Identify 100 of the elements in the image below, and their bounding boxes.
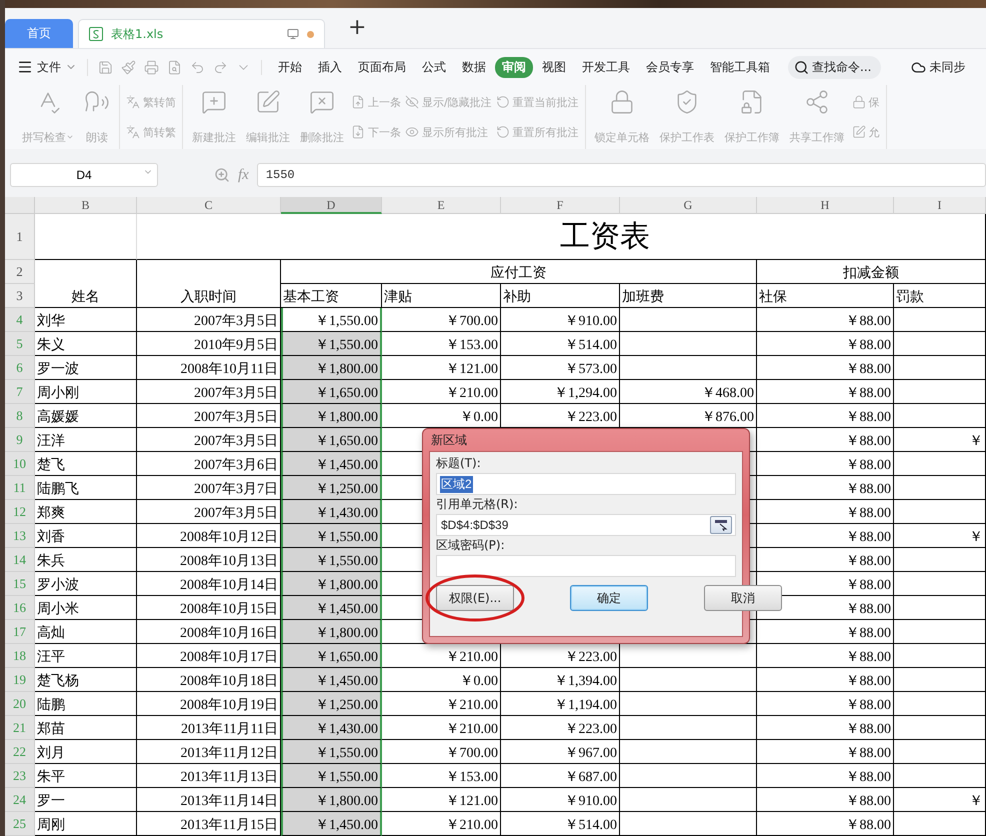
row-header[interactable]: 14 bbox=[5, 548, 35, 572]
row-header[interactable]: 7 bbox=[5, 380, 35, 404]
ribbon-tab[interactable]: 开发工具 bbox=[575, 56, 637, 78]
search-icon bbox=[794, 60, 809, 74]
column-header[interactable]: G bbox=[620, 197, 757, 214]
ribbon-tab[interactable]: 视图 bbox=[535, 56, 573, 78]
table-cell: ￥88.00 bbox=[757, 500, 894, 524]
row-header[interactable]: 2 bbox=[5, 260, 35, 284]
row-header[interactable]: 17 bbox=[5, 620, 35, 644]
up-icon bbox=[351, 95, 365, 109]
table-cell: 刘月 bbox=[35, 740, 137, 764]
table-cell: 周小刚 bbox=[35, 380, 137, 404]
table-cell: ￥1,550.00 bbox=[281, 548, 382, 572]
table-cell: ￥210.00 bbox=[382, 716, 501, 740]
range-picker-button[interactable] bbox=[710, 516, 732, 534]
input-field[interactable]: $D$4:$D$39 bbox=[436, 514, 736, 536]
row-header[interactable]: 10 bbox=[5, 452, 35, 476]
ribbon-tab[interactable]: 数据 bbox=[455, 56, 493, 78]
column-header[interactable]: F bbox=[501, 197, 620, 214]
row-header[interactable]: 1 bbox=[5, 214, 35, 260]
input-field[interactable] bbox=[436, 555, 736, 577]
row-header[interactable]: 9 bbox=[5, 428, 35, 452]
row-header[interactable]: 5 bbox=[5, 332, 35, 356]
ribbon-tab[interactable]: 开始 bbox=[271, 56, 309, 78]
redo-icon[interactable] bbox=[213, 60, 228, 74]
undo-icon[interactable] bbox=[190, 60, 205, 74]
file-menu[interactable]: 文件 bbox=[17, 58, 88, 76]
table-cell: ￥0.00 bbox=[382, 668, 501, 692]
ribbon-tab[interactable]: 会员专享 bbox=[639, 56, 701, 78]
ribbon-tab[interactable]: 页面布局 bbox=[351, 56, 413, 78]
column-header[interactable]: E bbox=[382, 197, 501, 214]
ribbon-tab[interactable]: 审阅 bbox=[495, 56, 533, 78]
menu-icon bbox=[17, 59, 33, 75]
document-tab[interactable]: 表格1.xls bbox=[78, 19, 325, 48]
row-header[interactable]: 6 bbox=[5, 356, 35, 380]
table-header: 加班费 bbox=[620, 284, 757, 308]
ribbon-tab[interactable]: 插入 bbox=[311, 56, 349, 78]
table-cell: 刘香 bbox=[35, 524, 137, 548]
name-box[interactable]: D4 bbox=[10, 163, 158, 187]
ribbon-tab[interactable]: 智能工具箱 bbox=[703, 56, 777, 78]
column-header[interactable]: I bbox=[894, 197, 986, 214]
row-header[interactable]: 12 bbox=[5, 500, 35, 524]
row-header[interactable]: 16 bbox=[5, 596, 35, 620]
row-header[interactable]: 21 bbox=[5, 716, 35, 740]
row-header[interactable]: 22 bbox=[5, 740, 35, 764]
save-icon[interactable] bbox=[98, 60, 113, 74]
monitor-icon bbox=[287, 28, 299, 40]
new-tab-button[interactable]: + bbox=[348, 17, 366, 39]
function-label[interactable]: fx bbox=[238, 166, 249, 184]
search-field[interactable]: 查找命令... bbox=[788, 56, 882, 78]
range-select-icon bbox=[714, 519, 728, 531]
table-cell: ￥1,550.00 bbox=[281, 524, 382, 548]
ribbon-tab[interactable]: 公式 bbox=[415, 56, 453, 78]
table-header: 扣减金额 bbox=[757, 260, 986, 284]
comment-x-icon bbox=[309, 89, 335, 115]
column-header[interactable]: C bbox=[137, 197, 281, 214]
row-header[interactable]: 25 bbox=[5, 812, 35, 836]
row-header[interactable]: 13 bbox=[5, 524, 35, 548]
dialog-button[interactable]: 取消 bbox=[704, 585, 782, 611]
table-cell: ￥1,450.00 bbox=[281, 596, 382, 620]
select-all-corner[interactable] bbox=[5, 197, 35, 214]
row-header[interactable]: 18 bbox=[5, 644, 35, 668]
table-cell: ￥88.00 bbox=[757, 548, 894, 572]
print-icon[interactable] bbox=[144, 60, 159, 74]
column-header[interactable]: B bbox=[35, 197, 137, 214]
cloud-icon bbox=[911, 60, 926, 74]
pen-icon bbox=[255, 89, 281, 115]
row-header[interactable]: 24 bbox=[5, 788, 35, 812]
input-field[interactable]: 区域2 bbox=[436, 473, 736, 495]
formula-field[interactable]: 1550 bbox=[256, 163, 986, 187]
table-cell: ￥1,800.00 bbox=[281, 788, 382, 812]
column-header[interactable]: H bbox=[757, 197, 894, 214]
table-cell: ￥88.00 bbox=[757, 668, 894, 692]
row-header[interactable]: 3 bbox=[5, 284, 35, 308]
home-tab[interactable]: 首页 bbox=[5, 19, 73, 48]
paintbrush-icon[interactable] bbox=[121, 60, 136, 74]
table-header: 应付工资 bbox=[281, 260, 757, 284]
row-header[interactable]: 23 bbox=[5, 764, 35, 788]
dialog-button[interactable]: 权限(E)... bbox=[436, 585, 514, 611]
table-cell: 陆鹏飞 bbox=[35, 476, 137, 500]
table-cell: ￥1,800.00 bbox=[281, 620, 382, 644]
preview-icon[interactable] bbox=[167, 60, 182, 74]
lock-icon bbox=[609, 89, 636, 115]
zoom-icon[interactable] bbox=[214, 167, 230, 183]
dialog-button[interactable]: 确定 bbox=[570, 585, 648, 611]
eye-off-icon bbox=[405, 95, 419, 109]
row-header[interactable]: 4 bbox=[5, 308, 35, 332]
row-header[interactable]: 15 bbox=[5, 572, 35, 596]
field-label: 引用单元格(R): bbox=[436, 497, 519, 512]
column-header[interactable]: D bbox=[281, 197, 382, 214]
share-icon bbox=[804, 89, 830, 115]
row-header[interactable]: 19 bbox=[5, 668, 35, 692]
table-cell: ￥88.00 bbox=[757, 380, 894, 404]
table-cell: ￥1,550.00 bbox=[281, 764, 382, 788]
sync-status[interactable]: 未同步 bbox=[911, 58, 966, 76]
row-header[interactable]: 20 bbox=[5, 692, 35, 716]
table-header: 津贴 bbox=[382, 284, 501, 308]
row-header[interactable]: 11 bbox=[5, 476, 35, 500]
pen-icon bbox=[852, 125, 866, 139]
row-header[interactable]: 8 bbox=[5, 404, 35, 428]
